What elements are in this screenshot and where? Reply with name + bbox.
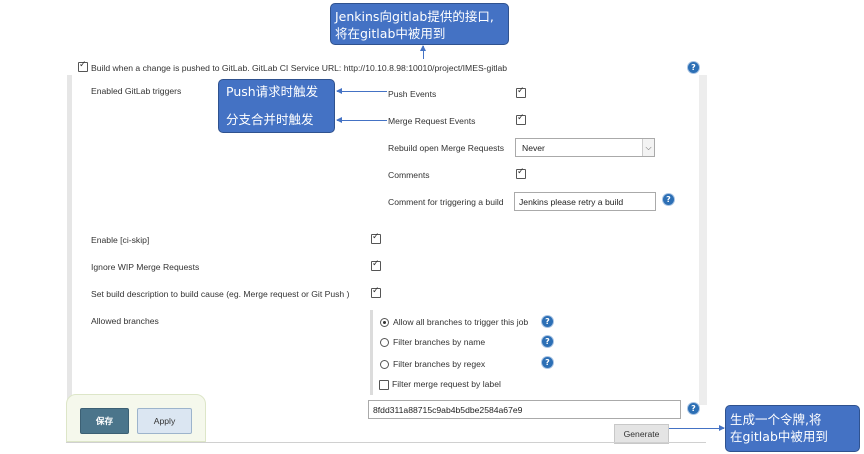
allow-all-branches-label: Allow all branches to trigger this job: [393, 317, 529, 327]
push-annotation-arrow: [336, 88, 387, 94]
set-build-description-checkbox[interactable]: [371, 286, 381, 298]
rebuild-open-mr-label: Rebuild open Merge Requests: [388, 143, 505, 153]
push-annotation-text: Push请求时触发: [226, 84, 319, 99]
merge-request-events-checkbox[interactable]: [516, 113, 526, 125]
filter-merge-by-label-checkbox[interactable]: [379, 380, 389, 390]
ignore-wip-label: Ignore WIP Merge Requests: [91, 262, 200, 272]
push-events-checkbox[interactable]: [516, 86, 526, 98]
build-on-push-label: Build when a change is pushed to GitLab.…: [91, 63, 508, 73]
top-annotation-line2: 将在gitlab中被用到: [335, 26, 446, 41]
panel-scrollbar[interactable]: [699, 75, 707, 405]
apply-button[interactable]: Apply: [137, 408, 192, 434]
merge-annotation-arrow: [336, 117, 387, 123]
filter-by-regex-radio[interactable]: [380, 360, 389, 369]
filter-by-regex-label: Filter branches by regex: [393, 359, 486, 369]
comments-label: Comments: [388, 170, 430, 180]
token-annotation-line2: 在gitlab中被用到: [730, 429, 828, 444]
help-icon[interactable]: ?: [542, 336, 553, 347]
top-annotation-arrow: [420, 45, 426, 59]
comments-checkbox[interactable]: [516, 167, 526, 179]
filter-merge-by-label-label: Filter merge request by label: [392, 379, 501, 389]
allowed-branches-label: Allowed branches: [91, 316, 159, 326]
branches-group-border: [370, 310, 373, 395]
token-annotation-line1: 生成一个令牌,将: [730, 412, 822, 427]
top-annotation-callout: Jenkins向gitlab提供的接口, 将在gitlab中被用到: [330, 3, 509, 45]
bottom-divider: [66, 442, 706, 443]
top-annotation-line1: Jenkins向gitlab提供的接口,: [335, 9, 494, 24]
set-build-description-label: Set build description to build cause (eg…: [91, 289, 350, 299]
generate-button[interactable]: Generate: [614, 424, 669, 444]
trigger-annotation-callout: Push请求时触发 分支合并时触发: [218, 79, 335, 133]
secret-token-field[interactable]: 8fdd311a88715c9ab4b5dbe2584a67e9: [368, 400, 681, 419]
token-annotation-arrow: [669, 425, 725, 431]
allow-all-branches-radio[interactable]: [380, 318, 389, 327]
chevron-down-icon[interactable]: ⌵: [642, 139, 654, 156]
merge-annotation-text: 分支合并时触发: [226, 112, 314, 127]
help-icon[interactable]: ?: [688, 403, 699, 414]
build-on-push-checkbox[interactable]: [78, 60, 88, 72]
comment-trigger-input[interactable]: Jenkins please retry a build: [514, 192, 656, 211]
enable-ci-skip-checkbox[interactable]: [371, 232, 381, 244]
panel-left-border: [67, 75, 72, 405]
rebuild-selected-value: Never: [522, 143, 545, 153]
enabled-triggers-label: Enabled GitLab triggers: [91, 86, 182, 96]
help-icon[interactable]: ?: [542, 316, 553, 327]
enable-ci-skip-label: Enable [ci-skip]: [91, 235, 150, 245]
rebuild-open-mr-select[interactable]: Never ⌵: [515, 138, 655, 157]
help-icon[interactable]: ?: [663, 194, 674, 205]
comment-trigger-label: Comment for triggering a build: [388, 197, 504, 207]
push-events-label: Push Events: [388, 89, 437, 99]
help-icon[interactable]: ?: [542, 357, 553, 368]
filter-by-name-label: Filter branches by name: [393, 337, 486, 347]
help-icon[interactable]: ?: [688, 62, 699, 73]
merge-request-events-label: Merge Request Events: [388, 116, 476, 126]
ignore-wip-checkbox[interactable]: [371, 259, 381, 271]
token-annotation-callout: 生成一个令牌,将 在gitlab中被用到: [725, 405, 860, 452]
filter-by-name-radio[interactable]: [380, 338, 389, 347]
save-button[interactable]: 保存: [80, 408, 129, 434]
